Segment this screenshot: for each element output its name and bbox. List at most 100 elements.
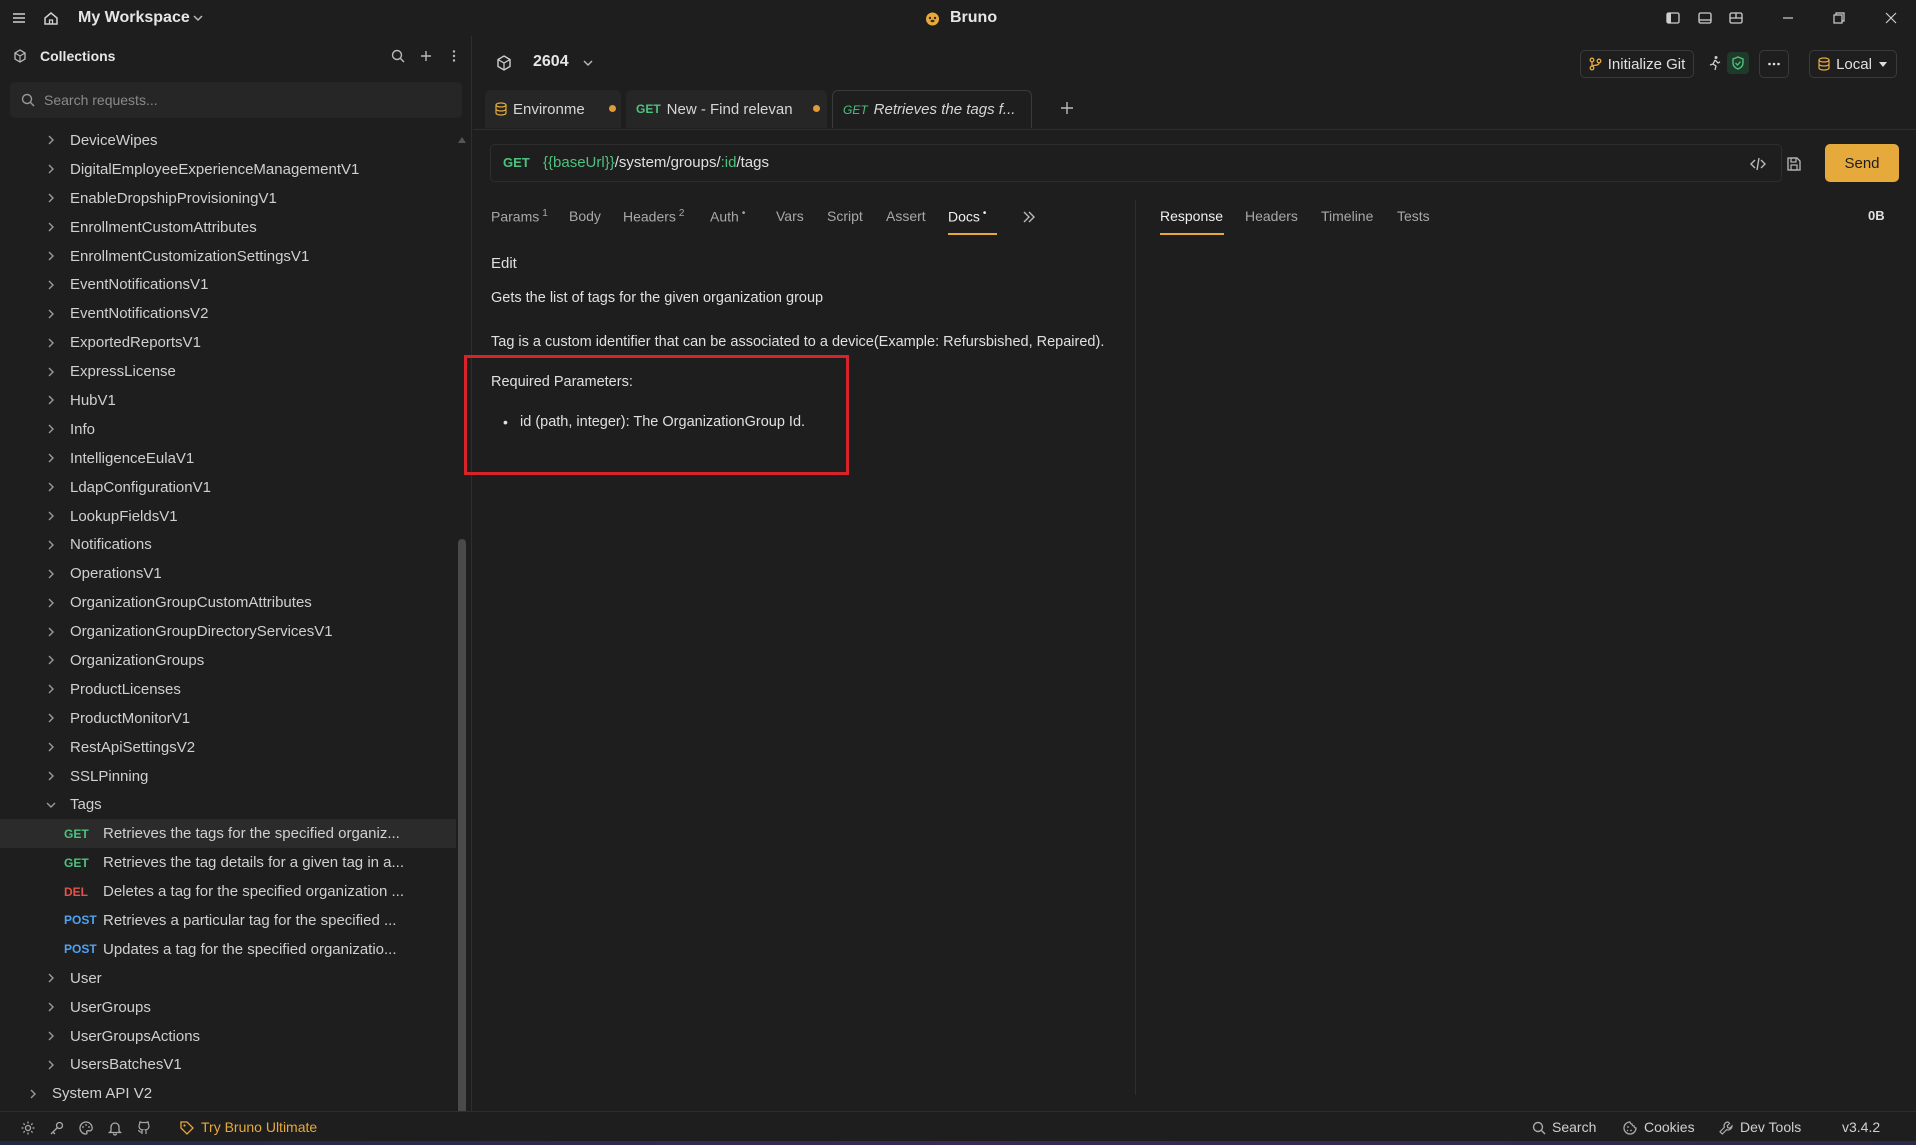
tab-response[interactable]: Response xyxy=(1160,208,1223,224)
chevrons-right-icon[interactable] xyxy=(1021,209,1037,225)
request-item[interactable]: POST Updates a tag for the specified orga… xyxy=(0,935,456,964)
more-vertical-icon[interactable] xyxy=(446,48,462,64)
search-requests-box[interactable] xyxy=(10,82,462,118)
folder-item[interactable]: UserGroupsActions xyxy=(0,1022,456,1051)
folder-item[interactable]: UserGroups xyxy=(0,993,456,1022)
key-icon[interactable] xyxy=(49,1120,65,1136)
tab-find-relevant[interactable]: GET New - Find relevan xyxy=(626,90,827,128)
new-tab-icon[interactable] xyxy=(1059,100,1075,116)
folder-item[interactable]: OrganizationGroupCustomAttributes xyxy=(0,588,456,617)
chevron-down-icon[interactable] xyxy=(581,56,595,70)
code-icon[interactable] xyxy=(1749,155,1767,173)
folder-item[interactable]: ProductMonitorV1 xyxy=(0,704,456,733)
folder-item[interactable]: RestApiSettingsV2 xyxy=(0,733,456,762)
search-icon[interactable] xyxy=(390,48,406,64)
folder-item[interactable]: SSLPinning xyxy=(0,762,456,791)
collection-system-api-v2[interactable]: System API V2 xyxy=(0,1079,456,1108)
tab-assert[interactable]: Assert xyxy=(886,208,926,224)
folder-item[interactable]: EnrollmentCustomAttributes xyxy=(0,213,456,242)
folder-item[interactable]: IntelligenceEulaV1 xyxy=(0,444,456,473)
chevron-right-icon xyxy=(44,711,58,725)
toggle-panel-icon[interactable] xyxy=(1696,9,1714,27)
save-icon[interactable] xyxy=(1785,155,1803,173)
url-input[interactable]: {{baseUrl}}/system/groups/:id/tags xyxy=(543,154,769,171)
folder-item[interactable]: UsersBatchesV1 xyxy=(0,1051,456,1080)
tab-retrieves-tags[interactable]: GET Retrieves the tags f... xyxy=(832,90,1032,128)
bell-icon[interactable] xyxy=(107,1120,123,1136)
folder-item[interactable]: ExportedReportsV1 xyxy=(0,328,456,357)
cookies-button[interactable]: Cookies xyxy=(1644,1119,1695,1135)
shield-icon[interactable] xyxy=(1727,52,1749,74)
toggle-sidebar-icon[interactable] xyxy=(1664,9,1682,27)
tab-params[interactable]: Params 1 xyxy=(491,208,548,225)
folder-item[interactable]: DeviceWipes xyxy=(0,126,456,155)
environment-selector[interactable]: Local xyxy=(1809,50,1897,78)
unsaved-dot xyxy=(609,105,616,112)
docs-edit-link[interactable]: Edit xyxy=(491,255,517,272)
tab-environments[interactable]: Environme xyxy=(485,90,621,128)
scrollbar-thumb[interactable] xyxy=(458,539,466,1121)
folder-label: OrganizationGroups xyxy=(70,651,205,669)
minimize-icon[interactable] xyxy=(1779,9,1797,27)
close-icon[interactable] xyxy=(1882,9,1900,27)
pane-divider[interactable] xyxy=(1135,200,1136,1095)
tab-timeline[interactable]: Timeline xyxy=(1321,208,1373,224)
folder-item[interactable]: LookupFieldsV1 xyxy=(0,502,456,531)
request-item[interactable]: POST Retrieves a particular tag for the s… xyxy=(0,906,456,935)
palette-icon[interactable] xyxy=(78,1120,94,1136)
add-icon[interactable] xyxy=(418,48,434,64)
restore-icon[interactable] xyxy=(1830,9,1848,27)
folder-item[interactable]: User xyxy=(0,964,456,993)
folder-item[interactable]: Info xyxy=(0,415,456,444)
chevron-down-icon[interactable] xyxy=(190,10,208,28)
workspace-name[interactable]: My Workspace xyxy=(78,9,190,27)
chevron-right-icon xyxy=(44,653,58,667)
tab-headers[interactable]: Headers 2 xyxy=(623,208,684,225)
folder-item[interactable]: LdapConfigurationV1 xyxy=(0,473,456,502)
status-bar: Try Bruno Ultimate Search Cookies Dev To… xyxy=(0,1111,1916,1141)
settings-icon[interactable] xyxy=(20,1120,36,1136)
tab-vars[interactable]: Vars xyxy=(776,208,804,224)
runner-icon[interactable] xyxy=(1707,55,1723,71)
folder-item[interactable]: EventNotificationsV1 xyxy=(0,270,456,299)
folder-item[interactable]: Notifications xyxy=(0,530,456,559)
try-ultimate-link[interactable]: Try Bruno Ultimate xyxy=(201,1119,317,1135)
tab-docs[interactable]: Docs • xyxy=(948,208,986,225)
tab-script[interactable]: Script xyxy=(827,208,863,224)
folder-item[interactable]: OrganizationGroupDirectoryServicesV1 xyxy=(0,617,456,646)
folder-item[interactable]: ProductLicenses xyxy=(0,675,456,704)
tab-label: Environme xyxy=(513,100,585,118)
request-item[interactable]: GET Retrieves the tag details for a given… xyxy=(0,848,456,877)
folder-item[interactable]: ExpressLicense xyxy=(0,357,456,386)
folder-item-tags[interactable]: Tags xyxy=(0,790,456,819)
request-item[interactable]: DEL Deletes a tag for the specified organ… xyxy=(0,877,456,906)
tab-response-headers[interactable]: Headers xyxy=(1245,208,1298,224)
git-branch-icon xyxy=(1589,57,1602,71)
search-requests-input[interactable] xyxy=(44,82,454,118)
search-button[interactable]: Search xyxy=(1552,1119,1596,1135)
tab-body[interactable]: Body xyxy=(569,208,601,224)
folder-item[interactable]: HubV1 xyxy=(0,386,456,415)
chevron-right-icon xyxy=(44,307,58,321)
layout-icon[interactable] xyxy=(1727,9,1745,27)
url-bar[interactable]: GET {{baseUrl}}/system/groups/:id/tags xyxy=(490,144,1801,182)
more-options-button[interactable] xyxy=(1759,50,1789,78)
menu-icon[interactable] xyxy=(10,9,28,27)
folder-item[interactable]: OrganizationGroups xyxy=(0,646,456,675)
dev-tools-button[interactable]: Dev Tools xyxy=(1740,1119,1801,1135)
collection-name[interactable]: 2604 xyxy=(533,53,569,71)
tab-auth[interactable]: Auth • xyxy=(710,208,745,225)
request-item[interactable]: GET Retrieves the tags for the specified … xyxy=(0,819,456,849)
collections-title: Collections xyxy=(40,48,116,64)
github-icon[interactable] xyxy=(136,1120,152,1136)
folder-item[interactable]: EnrollmentCustomizationSettingsV1 xyxy=(0,242,456,271)
send-button[interactable]: Send xyxy=(1825,144,1899,182)
folder-item[interactable]: EventNotificationsV2 xyxy=(0,299,456,328)
folder-item[interactable]: EnableDropshipProvisioningV1 xyxy=(0,184,456,213)
tab-tests[interactable]: Tests xyxy=(1397,208,1430,224)
folder-item[interactable]: OperationsV1 xyxy=(0,559,456,588)
initialize-git-button[interactable]: Initialize Git xyxy=(1580,50,1694,78)
home-icon[interactable] xyxy=(42,9,60,27)
request-method[interactable]: GET xyxy=(503,155,530,170)
folder-item[interactable]: DigitalEmployeeExperienceManagementV1 xyxy=(0,155,456,184)
